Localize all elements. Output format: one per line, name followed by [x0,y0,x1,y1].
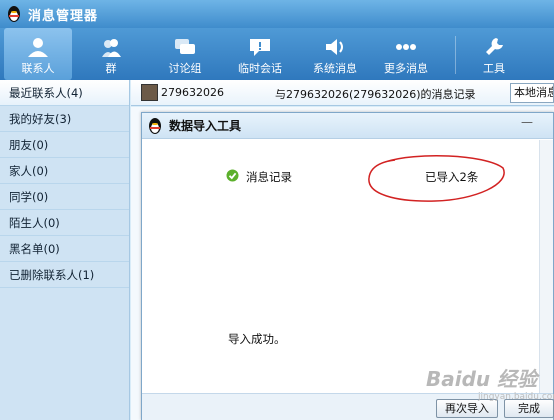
window-title: 消息管理器 [28,8,99,24]
toolbar-label: 群 [105,62,117,75]
contact-sidebar: 最近联系人(4) 我的好友(3) 朋友(0) 家人(0) 同学(0) 陌生人(0… [0,80,130,420]
discussion-icon [175,39,195,54]
annotation-ellipse [368,155,505,202]
toolbar-system-msg[interactable]: 系统消息 [306,28,364,80]
speaker-icon [326,39,343,55]
sidebar-item-my-friends[interactable]: 我的好友(3) [0,106,129,132]
temp-chat-icon [250,39,270,56]
toolbar-label: 更多消息 [384,62,428,75]
sidebar-item-strangers[interactable]: 陌生人(0) [0,210,129,236]
wrench-icon [486,38,503,55]
toolbar-discussion[interactable]: 讨论组 [158,28,212,80]
sidebar-item-blacklist[interactable]: 黑名单(0) [0,236,129,262]
toolbar-label: 系统消息 [313,62,357,75]
toolbar-label: 临时会话 [238,62,282,75]
dialog-scrollbar[interactable] [539,140,553,393]
minimize-icon[interactable]: — [521,115,533,129]
dialog-title: 数据导入工具 [169,119,242,133]
person-icon [28,38,48,57]
avatar [141,84,158,101]
qq-penguin-icon [8,6,20,22]
toolbar-label: 讨论组 [168,62,202,75]
toolbar-group[interactable]: 群 [86,28,136,80]
check-icon [226,169,239,182]
sidebar-item-classmates[interactable]: 同学(0) [0,184,129,210]
message-header: 279632026 与279632026(279632026)的消息记录 本地消… [131,80,554,106]
toolbar-label: 工具 [483,62,505,75]
more-dots-icon [396,44,416,50]
main-toolbar: 联系人 群 讨论组 临时会话 系统消息 更多消息 工具 [0,28,554,80]
sidebar-item-friends[interactable]: 朋友(0) [0,132,129,158]
record-description: 与279632026(279632026)的消息记录 [275,88,476,101]
toolbar-label: 联系人 [21,62,55,75]
baidu-watermark: Baidu 经验 [426,367,538,391]
toolbar-separator [455,36,456,74]
toolbar-more-msg[interactable]: 更多消息 [378,28,434,80]
toolbar-temp-chat[interactable]: 临时会话 [232,28,288,80]
qq-penguin-icon [149,117,161,134]
message-record-label: 消息记录 [246,170,292,184]
group-icon [102,39,121,57]
sidebar-item-recent[interactable]: 最近联系人(4) [0,80,129,106]
toolbar-tools[interactable]: 工具 [472,28,516,80]
local-messages-dropdown[interactable]: 本地消息 [510,83,554,103]
contact-id: 279632026 [161,86,224,99]
title-bar: 消息管理器 [0,0,554,28]
sidebar-item-family[interactable]: 家人(0) [0,158,129,184]
dialog-title-bar: 数据导入工具 — [142,113,553,139]
toolbar-contacts[interactable]: 联系人 [4,28,72,80]
baidu-watermark-url: jingyan.baidu.com [478,392,554,402]
sidebar-item-deleted[interactable]: 已删除联系人(1) [0,262,129,288]
import-success-text: 导入成功。 [228,332,286,346]
